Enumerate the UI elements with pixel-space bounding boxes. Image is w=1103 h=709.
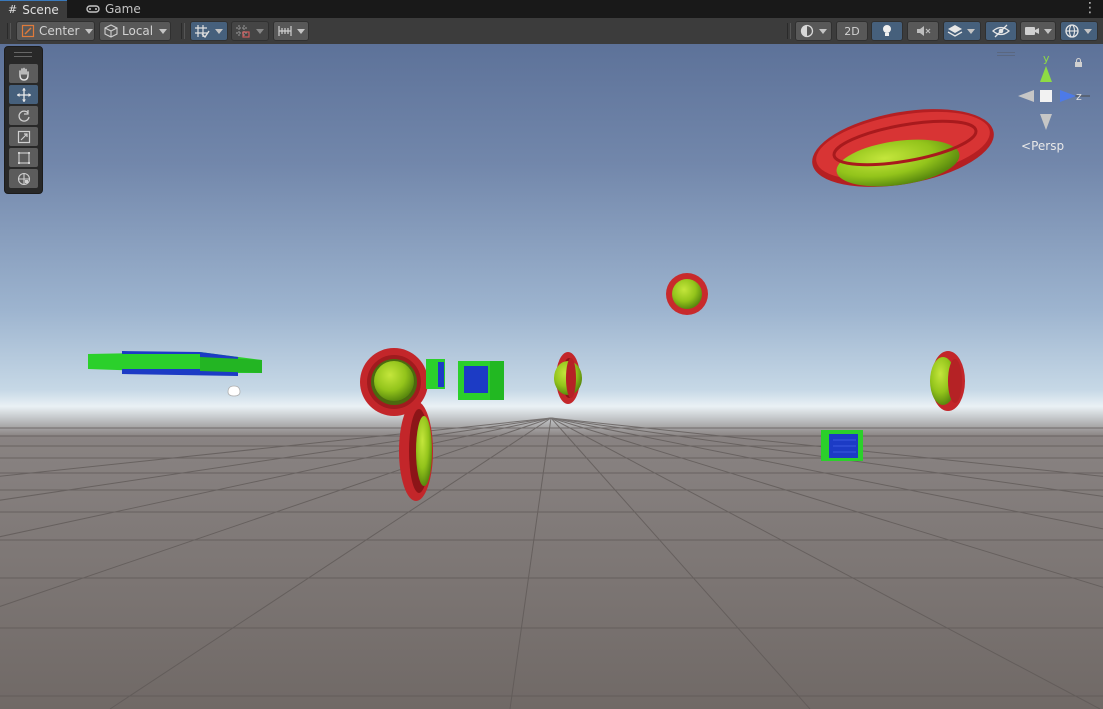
scene-toolbar: Center Local 2D: [0, 18, 1103, 45]
hash-grid-icon: #: [8, 2, 18, 16]
chevron-down-icon: [159, 28, 168, 34]
rotate-tool-button[interactable]: [9, 106, 38, 125]
chevron-down-icon: [1084, 28, 1092, 34]
align-dropdown[interactable]: [273, 21, 309, 41]
effects-dropdown[interactable]: [943, 21, 981, 41]
torus-small-top[interactable]: [666, 273, 708, 315]
space-label: Local: [122, 24, 154, 38]
gizmo-grip[interactable]: [997, 52, 1015, 56]
toolbar-grip: [787, 23, 791, 39]
increment-snap-toggle[interactable]: [231, 21, 269, 41]
increment-snap-icon: [236, 25, 250, 38]
torus-vertical[interactable]: [399, 401, 433, 501]
audio-toggle[interactable]: [907, 21, 939, 41]
tab-scene-label: Scene: [22, 2, 59, 17]
chevron-down-icon: [215, 28, 223, 34]
scale-icon: [17, 130, 30, 143]
scale-tool-button[interactable]: [9, 127, 38, 146]
ground-grid: [0, 97, 1103, 709]
torus-side-center[interactable]: [554, 352, 582, 404]
chevron-down-icon: [85, 28, 94, 34]
toolbar-grip: [181, 23, 185, 39]
toggle-2d-label: 2D: [844, 24, 860, 38]
audio-mute-icon: [917, 26, 931, 36]
hand-icon: [18, 67, 29, 81]
axis-z-label: z: [1076, 90, 1082, 103]
cube-front-center[interactable]: [458, 361, 504, 400]
lock-icon: [1075, 57, 1082, 67]
move-arrows-icon: [16, 87, 31, 102]
scene-visibility-toggle[interactable]: [985, 21, 1017, 41]
axis-z-cone: [1060, 90, 1076, 102]
lighting-toggle[interactable]: [871, 21, 903, 41]
hand-tool-button[interactable]: [9, 64, 38, 83]
pivot-center-icon: [21, 24, 35, 38]
light-icon-small[interactable]: [227, 385, 241, 397]
axis-center-cube: [1040, 90, 1052, 102]
torus-side-right[interactable]: [930, 351, 965, 411]
chevron-left-icon: <: [1021, 139, 1032, 153]
axis-left-cone: [1018, 90, 1034, 102]
move-tool-button[interactable]: [9, 85, 38, 104]
camera-dropdown[interactable]: [1020, 21, 1056, 41]
projection-label: Persp: [1031, 139, 1065, 153]
shading-sphere-icon: [800, 24, 814, 38]
transform-tool-button[interactable]: [9, 169, 38, 188]
kebab-menu-icon[interactable]: ⋮: [1083, 0, 1097, 18]
tab-game-label: Game: [105, 2, 141, 16]
pivot-dropdown[interactable]: Center: [16, 21, 95, 41]
eye-hidden-icon: [992, 24, 1010, 38]
chevron-down-icon: [297, 28, 305, 34]
axis-down-cone: [1040, 114, 1052, 130]
scene-viewport[interactable]: y z <Persp: [0, 44, 1103, 709]
chevron-down-icon: [819, 28, 827, 34]
grid-snap-toggle[interactable]: [190, 21, 228, 41]
tab-scene[interactable]: # Scene: [0, 0, 67, 18]
gizmo-globe-icon: [1065, 24, 1079, 38]
chevron-down-icon: [256, 28, 264, 34]
rect-transform-icon: [17, 151, 30, 164]
align-icon: [278, 26, 292, 36]
chevron-down-icon: [967, 28, 975, 34]
chevron-down-icon: [1044, 28, 1052, 34]
gizmos-dropdown[interactable]: [1060, 21, 1098, 41]
local-cube-icon: [104, 24, 118, 38]
torus-flat-large[interactable]: [806, 97, 1000, 200]
grid-snap-icon: [195, 25, 210, 38]
transform-icon: [17, 172, 30, 185]
draw-mode-dropdown[interactable]: [795, 21, 832, 41]
toggle-2d-button[interactable]: 2D: [836, 21, 868, 41]
flat-bar-left[interactable]: [88, 351, 262, 376]
rect-tool-button[interactable]: [9, 148, 38, 167]
projection-toggle[interactable]: <Persp: [1021, 139, 1064, 153]
window-tab-bar: # Scene Game ⋮: [0, 0, 1103, 18]
toolbar-grip: [7, 23, 11, 39]
camera-icon: [1025, 27, 1039, 35]
light-bulb-icon: [883, 25, 891, 36]
cube-lower-right[interactable]: [821, 430, 863, 461]
tools-overlay: [4, 46, 43, 194]
overlay-grip[interactable]: [14, 52, 32, 57]
cube-slim[interactable]: [426, 359, 445, 389]
layers-effects-icon: [947, 25, 963, 37]
axis-y-cone: [1040, 66, 1052, 82]
gamepad-icon: [86, 5, 100, 13]
space-dropdown[interactable]: Local: [99, 21, 171, 41]
rotate-icon: [17, 109, 30, 122]
pivot-label: Center: [39, 24, 80, 38]
axis-y-label: y: [1043, 52, 1050, 65]
tab-game[interactable]: Game: [78, 0, 149, 18]
